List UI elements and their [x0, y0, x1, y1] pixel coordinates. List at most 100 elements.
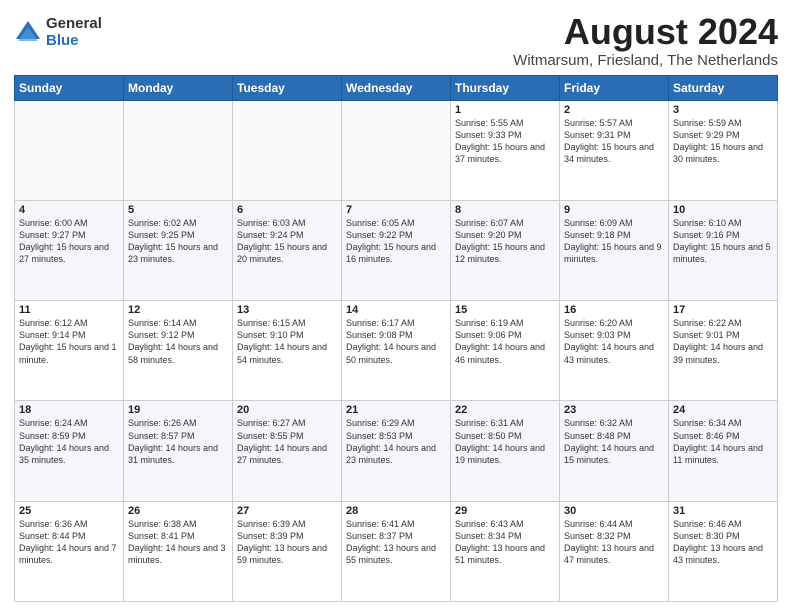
- calendar-day-23: 23Sunrise: 6:32 AM Sunset: 8:48 PM Dayli…: [560, 401, 669, 501]
- calendar-day-24: 24Sunrise: 6:34 AM Sunset: 8:46 PM Dayli…: [669, 401, 778, 501]
- calendar-day-7: 7Sunrise: 6:05 AM Sunset: 9:22 PM Daylig…: [342, 200, 451, 300]
- day-info: Sunrise: 6:07 AM Sunset: 9:20 PM Dayligh…: [455, 217, 555, 266]
- day-info: Sunrise: 6:27 AM Sunset: 8:55 PM Dayligh…: [237, 417, 337, 466]
- calendar-day-17: 17Sunrise: 6:22 AM Sunset: 9:01 PM Dayli…: [669, 301, 778, 401]
- calendar-day-25: 25Sunrise: 6:36 AM Sunset: 8:44 PM Dayli…: [15, 501, 124, 601]
- day-info: Sunrise: 6:46 AM Sunset: 8:30 PM Dayligh…: [673, 518, 773, 567]
- title-block: August 2024 Witmarsum, Friesland, The Ne…: [513, 12, 778, 69]
- weekday-header-sunday: Sunday: [15, 75, 124, 100]
- day-info: Sunrise: 6:12 AM Sunset: 9:14 PM Dayligh…: [19, 317, 119, 366]
- day-info: Sunrise: 6:29 AM Sunset: 8:53 PM Dayligh…: [346, 417, 446, 466]
- page: General Blue August 2024 Witmarsum, Frie…: [0, 0, 792, 612]
- day-number: 31: [673, 505, 773, 517]
- main-title: August 2024: [513, 12, 778, 52]
- calendar-week-row: 25Sunrise: 6:36 AM Sunset: 8:44 PM Dayli…: [15, 501, 778, 601]
- day-number: 17: [673, 304, 773, 316]
- day-number: 7: [346, 204, 446, 216]
- day-number: 24: [673, 404, 773, 416]
- calendar-day-6: 6Sunrise: 6:03 AM Sunset: 9:24 PM Daylig…: [233, 200, 342, 300]
- day-info: Sunrise: 6:22 AM Sunset: 9:01 PM Dayligh…: [673, 317, 773, 366]
- logo-general: General: [46, 16, 102, 33]
- day-info: Sunrise: 5:59 AM Sunset: 9:29 PM Dayligh…: [673, 117, 773, 166]
- day-number: 9: [564, 204, 664, 216]
- calendar-week-row: 18Sunrise: 6:24 AM Sunset: 8:59 PM Dayli…: [15, 401, 778, 501]
- day-number: 18: [19, 404, 119, 416]
- day-info: Sunrise: 6:34 AM Sunset: 8:46 PM Dayligh…: [673, 417, 773, 466]
- day-number: 14: [346, 304, 446, 316]
- calendar-week-row: 1Sunrise: 5:55 AM Sunset: 9:33 PM Daylig…: [15, 100, 778, 200]
- day-number: 15: [455, 304, 555, 316]
- calendar-day-8: 8Sunrise: 6:07 AM Sunset: 9:20 PM Daylig…: [451, 200, 560, 300]
- calendar-day-15: 15Sunrise: 6:19 AM Sunset: 9:06 PM Dayli…: [451, 301, 560, 401]
- day-number: 22: [455, 404, 555, 416]
- calendar-day-11: 11Sunrise: 6:12 AM Sunset: 9:14 PM Dayli…: [15, 301, 124, 401]
- logo: General Blue: [14, 16, 102, 49]
- calendar-day-16: 16Sunrise: 6:20 AM Sunset: 9:03 PM Dayli…: [560, 301, 669, 401]
- day-info: Sunrise: 6:41 AM Sunset: 8:37 PM Dayligh…: [346, 518, 446, 567]
- day-number: 30: [564, 505, 664, 517]
- calendar-table: SundayMondayTuesdayWednesdayThursdayFrid…: [14, 75, 778, 602]
- day-info: Sunrise: 6:44 AM Sunset: 8:32 PM Dayligh…: [564, 518, 664, 567]
- day-info: Sunrise: 6:43 AM Sunset: 8:34 PM Dayligh…: [455, 518, 555, 567]
- day-number: 12: [128, 304, 228, 316]
- calendar-day-26: 26Sunrise: 6:38 AM Sunset: 8:41 PM Dayli…: [124, 501, 233, 601]
- day-number: 28: [346, 505, 446, 517]
- weekday-header-saturday: Saturday: [669, 75, 778, 100]
- day-number: 8: [455, 204, 555, 216]
- day-number: 4: [19, 204, 119, 216]
- calendar-day-empty: [233, 100, 342, 200]
- day-info: Sunrise: 5:55 AM Sunset: 9:33 PM Dayligh…: [455, 117, 555, 166]
- day-number: 16: [564, 304, 664, 316]
- day-info: Sunrise: 6:14 AM Sunset: 9:12 PM Dayligh…: [128, 317, 228, 366]
- calendar-day-21: 21Sunrise: 6:29 AM Sunset: 8:53 PM Dayli…: [342, 401, 451, 501]
- calendar-day-29: 29Sunrise: 6:43 AM Sunset: 8:34 PM Dayli…: [451, 501, 560, 601]
- day-info: Sunrise: 6:20 AM Sunset: 9:03 PM Dayligh…: [564, 317, 664, 366]
- day-info: Sunrise: 6:24 AM Sunset: 8:59 PM Dayligh…: [19, 417, 119, 466]
- weekday-header-row: SundayMondayTuesdayWednesdayThursdayFrid…: [15, 75, 778, 100]
- day-info: Sunrise: 6:38 AM Sunset: 8:41 PM Dayligh…: [128, 518, 228, 567]
- weekday-header-tuesday: Tuesday: [233, 75, 342, 100]
- day-number: 1: [455, 104, 555, 116]
- day-number: 26: [128, 505, 228, 517]
- day-info: Sunrise: 6:17 AM Sunset: 9:08 PM Dayligh…: [346, 317, 446, 366]
- calendar-day-9: 9Sunrise: 6:09 AM Sunset: 9:18 PM Daylig…: [560, 200, 669, 300]
- day-info: Sunrise: 6:15 AM Sunset: 9:10 PM Dayligh…: [237, 317, 337, 366]
- calendar-day-1: 1Sunrise: 5:55 AM Sunset: 9:33 PM Daylig…: [451, 100, 560, 200]
- calendar-day-5: 5Sunrise: 6:02 AM Sunset: 9:25 PM Daylig…: [124, 200, 233, 300]
- calendar-day-empty: [15, 100, 124, 200]
- calendar-day-14: 14Sunrise: 6:17 AM Sunset: 9:08 PM Dayli…: [342, 301, 451, 401]
- day-info: Sunrise: 5:57 AM Sunset: 9:31 PM Dayligh…: [564, 117, 664, 166]
- calendar-day-3: 3Sunrise: 5:59 AM Sunset: 9:29 PM Daylig…: [669, 100, 778, 200]
- day-info: Sunrise: 6:05 AM Sunset: 9:22 PM Dayligh…: [346, 217, 446, 266]
- calendar-day-10: 10Sunrise: 6:10 AM Sunset: 9:16 PM Dayli…: [669, 200, 778, 300]
- logo-text: General Blue: [46, 16, 102, 49]
- calendar-day-27: 27Sunrise: 6:39 AM Sunset: 8:39 PM Dayli…: [233, 501, 342, 601]
- day-number: 5: [128, 204, 228, 216]
- day-number: 13: [237, 304, 337, 316]
- day-info: Sunrise: 6:10 AM Sunset: 9:16 PM Dayligh…: [673, 217, 773, 266]
- calendar-day-20: 20Sunrise: 6:27 AM Sunset: 8:55 PM Dayli…: [233, 401, 342, 501]
- day-number: 19: [128, 404, 228, 416]
- day-info: Sunrise: 6:36 AM Sunset: 8:44 PM Dayligh…: [19, 518, 119, 567]
- day-number: 6: [237, 204, 337, 216]
- weekday-header-wednesday: Wednesday: [342, 75, 451, 100]
- day-info: Sunrise: 6:39 AM Sunset: 8:39 PM Dayligh…: [237, 518, 337, 567]
- day-info: Sunrise: 6:03 AM Sunset: 9:24 PM Dayligh…: [237, 217, 337, 266]
- calendar-week-row: 4Sunrise: 6:00 AM Sunset: 9:27 PM Daylig…: [15, 200, 778, 300]
- logo-icon: [14, 19, 42, 47]
- calendar-day-22: 22Sunrise: 6:31 AM Sunset: 8:50 PM Dayli…: [451, 401, 560, 501]
- calendar-day-13: 13Sunrise: 6:15 AM Sunset: 9:10 PM Dayli…: [233, 301, 342, 401]
- weekday-header-thursday: Thursday: [451, 75, 560, 100]
- weekday-header-monday: Monday: [124, 75, 233, 100]
- day-info: Sunrise: 6:19 AM Sunset: 9:06 PM Dayligh…: [455, 317, 555, 366]
- day-info: Sunrise: 6:32 AM Sunset: 8:48 PM Dayligh…: [564, 417, 664, 466]
- day-number: 21: [346, 404, 446, 416]
- calendar-day-12: 12Sunrise: 6:14 AM Sunset: 9:12 PM Dayli…: [124, 301, 233, 401]
- logo-blue: Blue: [46, 33, 102, 50]
- day-info: Sunrise: 6:09 AM Sunset: 9:18 PM Dayligh…: [564, 217, 664, 266]
- day-number: 3: [673, 104, 773, 116]
- calendar-day-4: 4Sunrise: 6:00 AM Sunset: 9:27 PM Daylig…: [15, 200, 124, 300]
- day-number: 11: [19, 304, 119, 316]
- calendar-day-empty: [124, 100, 233, 200]
- calendar-day-31: 31Sunrise: 6:46 AM Sunset: 8:30 PM Dayli…: [669, 501, 778, 601]
